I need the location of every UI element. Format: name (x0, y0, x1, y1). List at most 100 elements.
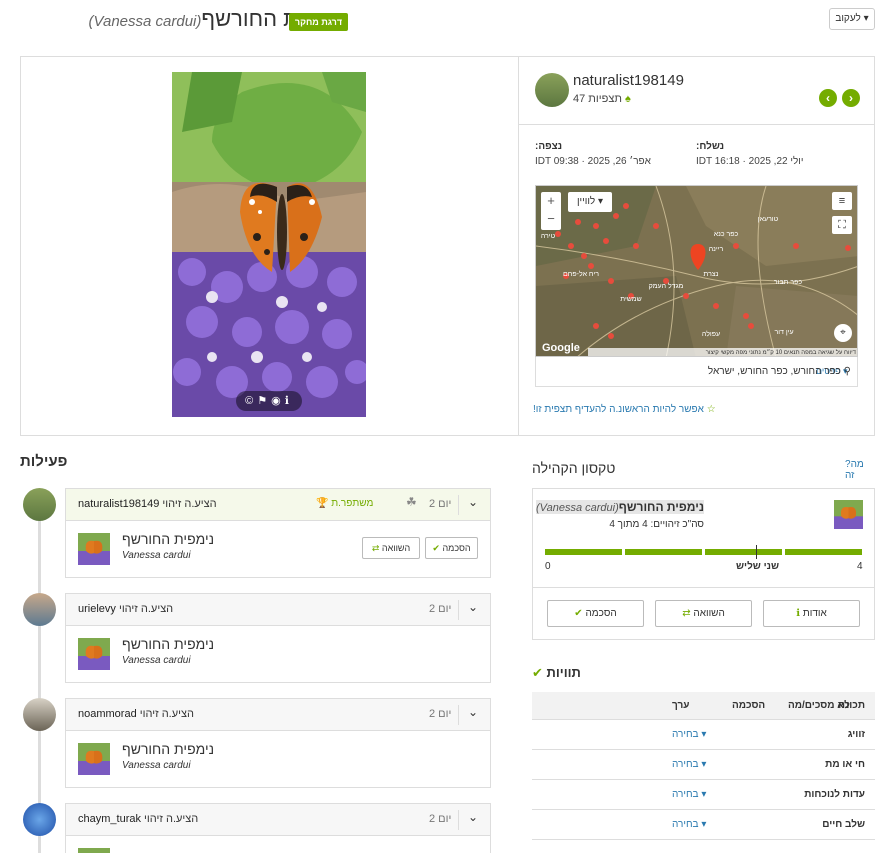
taxon-thumbnail[interactable] (78, 743, 110, 775)
info-icon: ℹ (796, 608, 801, 619)
svg-text:עפולה: עפולה (702, 330, 720, 338)
taxon-common-name[interactable]: נימפית החורשף (122, 531, 214, 547)
annotation-row: עדות לנוכחות בחירה ▾ (532, 780, 875, 810)
taxon-sci-name: Vanessa cardui (122, 550, 191, 561)
fullscreen-icon[interactable]: ⛶ (832, 216, 852, 234)
compare-icon: ⇄ (371, 543, 380, 553)
map-layer-dropdown[interactable]: לוויין ▾ (568, 192, 612, 212)
svg-text:עין דור: עין דור (774, 329, 793, 336)
what-is-this-link[interactable]: ?מה זה (845, 459, 875, 481)
copyright-icon[interactable]: © (245, 395, 257, 407)
google-logo: Google (542, 342, 580, 354)
id-user: chaym_turak הציע.ה זיהוי (78, 813, 199, 825)
taxon-common-name[interactable]: נימפית החורשף (122, 636, 214, 652)
annotations-title: תוויות ✔ (532, 665, 581, 680)
annotation-row: שלב חיים בחירה ▾ (532, 810, 875, 840)
value-dropdown[interactable]: בחירה ▾ (672, 759, 706, 770)
taxon-thumbnail[interactable] (78, 638, 110, 670)
butterfly-photo-illustration (172, 72, 366, 417)
compare-button[interactable]: ⇄ השוואה (362, 537, 420, 559)
layers-icon[interactable]: ≡ (832, 192, 852, 210)
svg-text:כפר תבור: כפר תבור (774, 279, 803, 286)
check-icon: ✔ (574, 608, 583, 619)
zoom-out-button[interactable]: − (541, 210, 561, 228)
value-dropdown[interactable]: בחירה ▾ (672, 729, 706, 740)
trophy-icon: 🏆 (316, 498, 329, 509)
observation-photo[interactable]: ©⚑◉ℹ (172, 72, 366, 417)
chevron-down-icon[interactable]: ⌄ (468, 705, 478, 719)
observed-date: IDT אפר׳ 26, 2025 · 09:38 (535, 156, 651, 167)
identification-card: noammorad הציע.ה זיהוי יום 2 ⌄ נימפית הח… (65, 698, 491, 788)
id-date: יום 2 (429, 498, 452, 510)
community-taxon-title: טקסון הקהילה (532, 460, 616, 476)
id-count: סה"כ זיהויים: 4 מתוך 4 (609, 519, 704, 530)
avatar[interactable] (23, 698, 56, 731)
annotations-table: תכונה ערך הסכמה לא מסכים/מה זוויג בחירה ▾… (532, 692, 875, 840)
id-date: יום 2 (429, 708, 452, 720)
follow-button[interactable]: לעקוב ▾ (829, 8, 875, 30)
avatar[interactable] (23, 803, 56, 836)
photo-area: ©⚑◉ℹ (21, 57, 519, 435)
agree-button[interactable]: ✔ הסכמה (425, 537, 478, 559)
observer-avatar[interactable] (535, 73, 569, 107)
location-text: ⚲ כפר החורש, כפר החורש, ישראל (707, 366, 851, 377)
observer-username[interactable]: naturalist198149 (573, 72, 684, 89)
binoculars-icon: ♠ (625, 93, 631, 105)
taxon-thumbnail[interactable] (78, 533, 110, 565)
id-user: noammorad הציע.ה זיהוי (78, 708, 194, 720)
check-circle-icon: ✔ (532, 665, 543, 680)
about-button[interactable]: ℹ אודות (763, 600, 860, 627)
activity-timeline (38, 497, 41, 853)
svg-text:שמשית: שמשית (620, 296, 641, 303)
taxon-sci-name: Vanessa cardui (122, 655, 191, 666)
info-icon[interactable]: ℹ (285, 395, 293, 407)
community-taxon-name[interactable]: נימפית החורשף(Vanessa cardui) (536, 500, 704, 514)
compare-button[interactable]: ⇄ השוואה (655, 600, 752, 627)
scale-max: 4 (857, 561, 863, 572)
submitted-date: IDT יולי 22, 2025 · 16:18 (696, 156, 804, 167)
chevron-down-icon[interactable]: ⌄ (468, 600, 478, 614)
svg-text:מגדל העמק: מגדל העמק (649, 282, 684, 290)
agree-button[interactable]: ✔ הסכמה (547, 600, 644, 627)
zoom-in-button[interactable]: + (541, 192, 561, 210)
locate-icon[interactable]: ⌖ (834, 324, 852, 342)
value-dropdown[interactable]: בחירה ▾ (672, 789, 706, 800)
taxon-thumbnail[interactable] (78, 848, 110, 853)
chevron-down-icon[interactable]: ⌄ (468, 810, 478, 824)
map-marker-icon: ⚲ (843, 366, 851, 377)
observation-sidebar: naturalist198149 ♠ תצפיות 47 ‹ › :נצפה I… (519, 57, 874, 435)
flag-icon[interactable]: ⚑ (257, 395, 271, 407)
improving-tag: 🏆 משתפר.ת (316, 498, 374, 509)
avatar[interactable] (23, 488, 56, 521)
fave-prompt[interactable]: ☆ אפשר להיות הראשונ.ה להעדיף תצפית זו! (533, 404, 716, 415)
submitted-label: :נשלח (696, 141, 725, 152)
star-icon[interactable]: ☆ (707, 404, 716, 415)
taxon-common-name[interactable]: נימפית החורשף (122, 741, 214, 757)
hide-icon[interactable]: ◉ (271, 395, 285, 407)
two-thirds-marker (756, 545, 757, 559)
annotations-header: תכונה ערך הסכמה לא מסכים/מה (532, 692, 875, 720)
map-place-label: טורעאן (758, 216, 779, 223)
svg-text:כפר כנא: כפר כנא (714, 231, 739, 238)
identification-card: chaym_turak הציע.ה זיהוי יום 2 ⌄ (65, 803, 491, 853)
svg-text:נצרת: נצרת (704, 271, 719, 278)
next-observation-button[interactable]: › (842, 89, 860, 107)
avatar[interactable] (23, 593, 56, 626)
annotation-row: חי או מת בחירה ▾ (532, 750, 875, 780)
zoom-controls: + − (541, 192, 561, 230)
community-taxon-box: נימפית החורשף(Vanessa cardui) סה"כ זיהוי… (532, 488, 875, 640)
divider (519, 124, 874, 125)
svg-text:ריח אל-פחם: ריח אל-פחם (563, 270, 599, 278)
map-attribution: דיווח על שגיאה במפה תנאים 10 ק״מ נתוני מ… (588, 348, 857, 356)
identification-card: naturalist198149 הציע.ה זיהוי 🏆 משתפר.ת … (65, 488, 491, 578)
taxon-sci-name: Vanessa cardui (122, 760, 191, 771)
observer-obs-count[interactable]: ♠ תצפיות 47 (573, 93, 631, 105)
identification-card: urielevy הציע.ה זיהוי יום 2 ⌄ נימפית החו… (65, 593, 491, 683)
scientific-name: (Vanessa cardui) (88, 13, 202, 30)
taxon-thumbnail[interactable] (834, 500, 863, 529)
observation-map[interactable]: טורעאן כפר כנא ריינה נצרת כפר תבור מגדל … (535, 185, 858, 357)
value-dropdown[interactable]: בחירה ▾ (672, 819, 706, 830)
svg-text:ריינה: ריינה (709, 246, 724, 253)
chevron-down-icon[interactable]: ⌄ (468, 495, 478, 509)
prev-observation-button[interactable]: ‹ (819, 89, 837, 107)
